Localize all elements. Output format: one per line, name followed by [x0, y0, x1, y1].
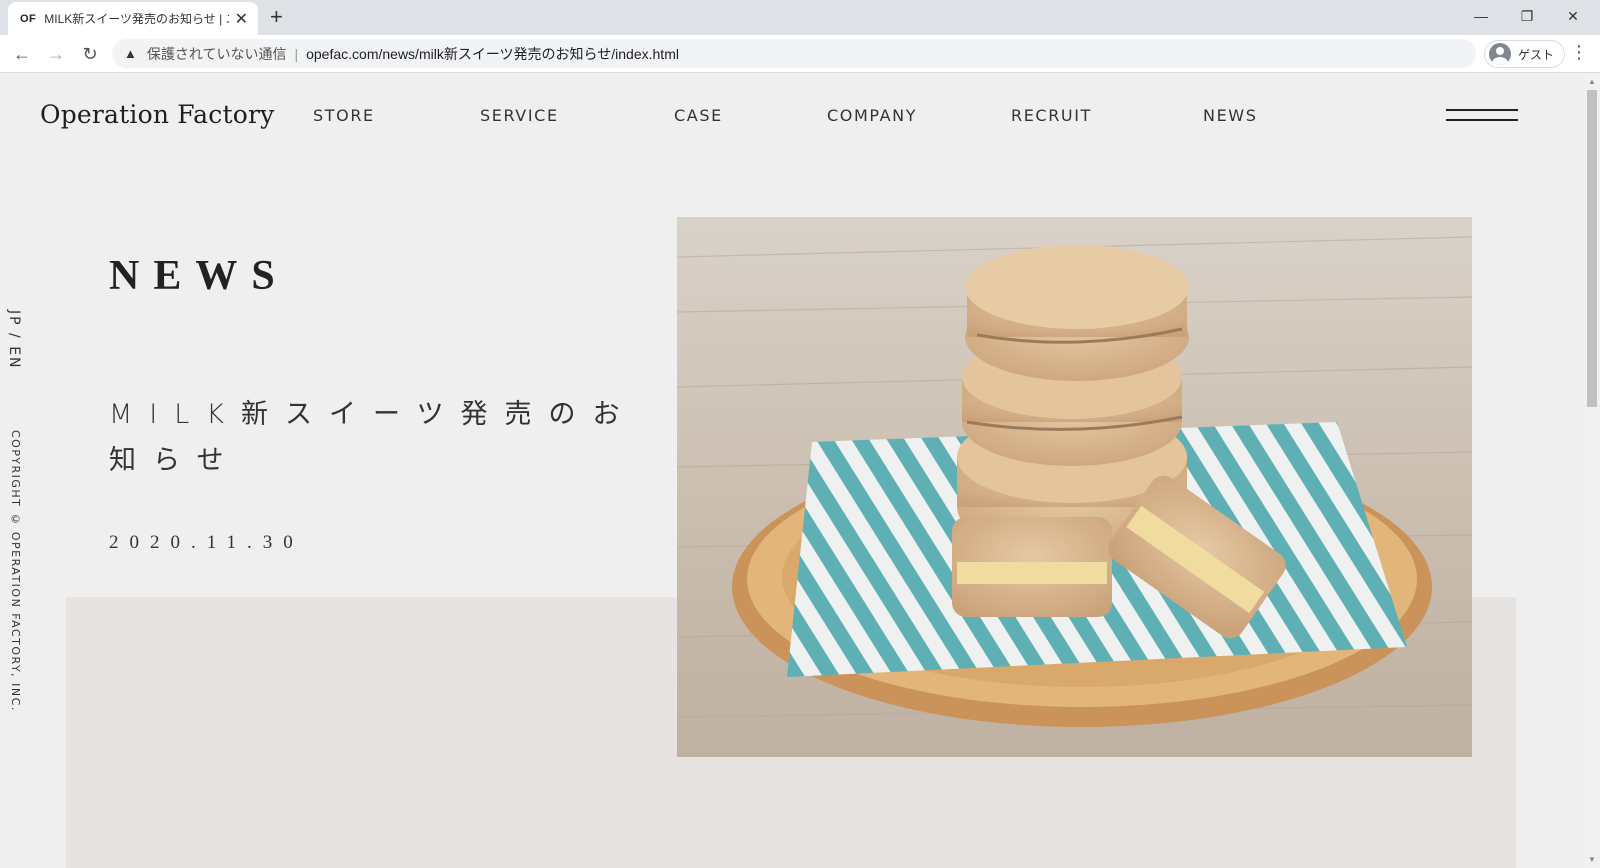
back-icon[interactable]: ←	[10, 42, 34, 66]
language-switch[interactable]: JP / EN	[6, 310, 22, 370]
nav-recruit[interactable]: RECRUIT	[1011, 106, 1092, 125]
browser-menu-icon[interactable]: ⋮	[1570, 42, 1588, 63]
copyright-text: COPYRIGHT © OPERATION FACTORY, INC.	[9, 430, 22, 712]
browser-tab[interactable]: OF MILK新スイーツ発売のお知らせ | ニコ ✕	[8, 2, 258, 35]
security-label: 保護されていない通信	[146, 45, 287, 62]
scrollbar-thumb[interactable]	[1587, 90, 1597, 407]
close-tab-icon[interactable]: ✕	[235, 9, 248, 29]
warning-icon[interactable]: ▲	[124, 46, 137, 61]
nav-store[interactable]: STORE	[313, 106, 375, 125]
scroll-down-icon[interactable]: ▼	[1587, 855, 1597, 864]
hamburger-menu-icon[interactable]	[1446, 109, 1518, 122]
browser-tab-bar: OF MILK新スイーツ発売のお知らせ | ニコ ✕ + — ❐ ✕	[0, 0, 1600, 35]
forward-icon[interactable]: →	[44, 42, 68, 66]
article-photo	[677, 217, 1472, 757]
web-page: Operation Factory STORE SERVICE CASE COM…	[0, 74, 1584, 868]
favicon: OF	[20, 12, 37, 25]
url-input[interactable]: ▲ 保護されていない通信 | opefac.com/news/milk新スイーツ…	[112, 39, 1476, 68]
new-tab-icon[interactable]: +	[270, 4, 283, 30]
profile-button[interactable]: ゲスト	[1484, 40, 1566, 68]
reload-icon[interactable]: ↻	[78, 42, 102, 66]
window-close-icon[interactable]: ✕	[1550, 0, 1596, 32]
avatar-icon	[1489, 43, 1511, 65]
minimize-icon[interactable]: —	[1458, 0, 1504, 32]
article-title: MILK新スイーツ発売のお知らせ	[109, 399, 637, 476]
scroll-up-icon[interactable]: ▲	[1587, 77, 1597, 86]
article-date: 2020.11.30	[109, 532, 304, 553]
nav-case[interactable]: CASE	[674, 106, 723, 125]
address-bar: ← → ↻ ▲ 保護されていない通信 | opefac.com/news/mil…	[0, 35, 1600, 73]
site-logo[interactable]: Operation Factory	[40, 100, 274, 129]
restore-icon[interactable]: ❐	[1504, 0, 1550, 32]
page-scrollbar[interactable]: ▲ ▼	[1584, 74, 1600, 868]
url-separator: |	[294, 45, 299, 62]
tab-title: MILK新スイーツ発売のお知らせ | ニコ	[44, 12, 228, 26]
section-title: NEWS	[109, 253, 289, 299]
nav-service[interactable]: SERVICE	[480, 106, 559, 125]
profile-label: ゲスト	[1518, 47, 1555, 62]
url-text: opefac.com/news/milk新スイーツ発売のお知らせ/index.h…	[306, 45, 679, 62]
nav-news[interactable]: NEWS	[1203, 106, 1257, 125]
nav-company[interactable]: COMPANY	[827, 106, 917, 125]
